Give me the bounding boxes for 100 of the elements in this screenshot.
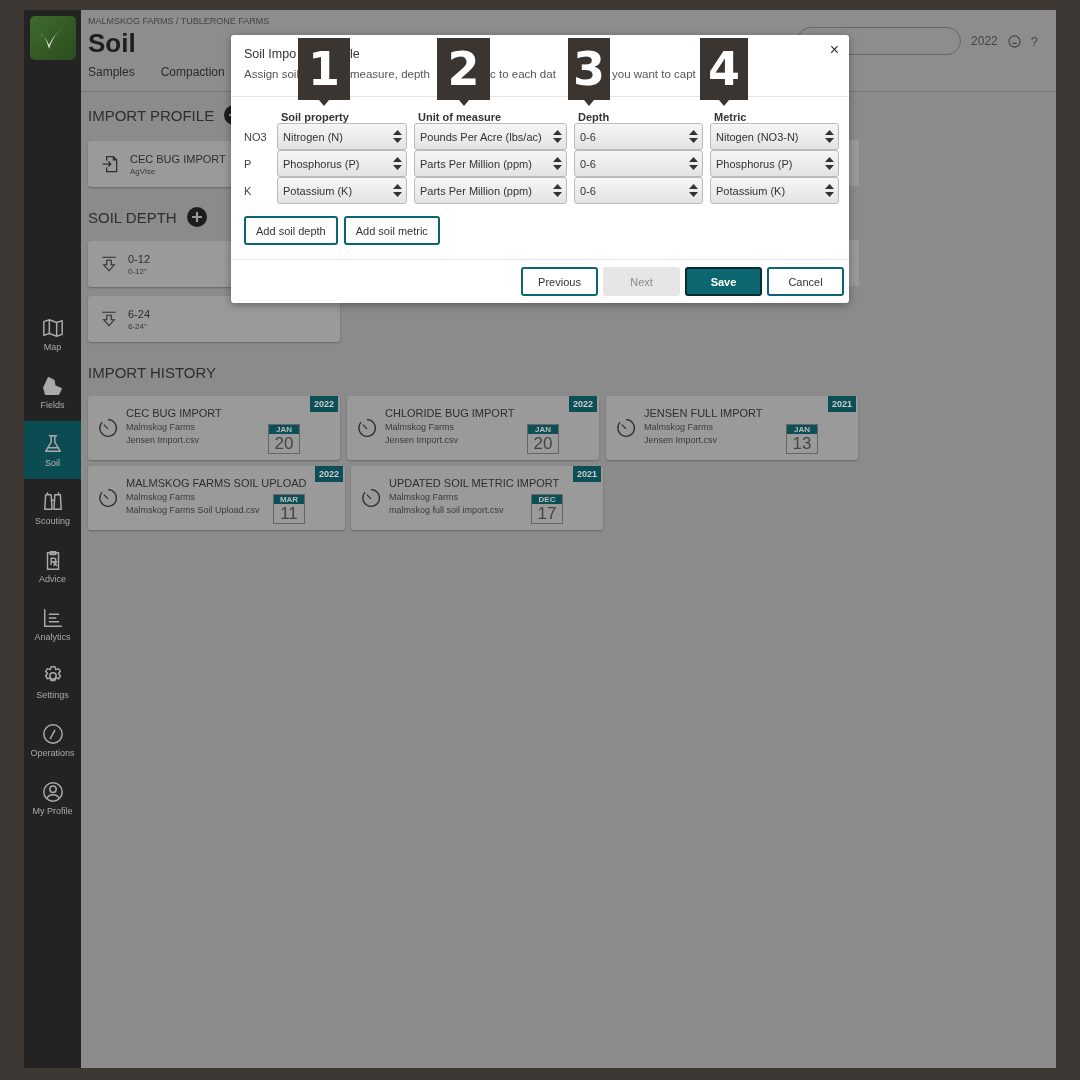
callout-number: 4 (700, 38, 748, 100)
footer-button[interactable]: Previous (521, 267, 598, 296)
calendar-date: JAN 20 (527, 424, 559, 454)
timer-icon (357, 418, 377, 438)
calendar-date: JAN 13 (786, 424, 818, 454)
tab[interactable]: Compaction (160, 65, 225, 79)
card-title: UPDATED SOIL METRIC IMPORT (389, 477, 560, 489)
select-field[interactable]: 0-6 (574, 177, 703, 204)
select-field[interactable]: Nitrogen (N) (277, 123, 407, 150)
file-name: Malmskog Farms Soil Upload.csv (126, 505, 260, 515)
dialog-subtitle: measure, depth (350, 68, 430, 80)
select-field[interactable]: Pounds Per Acre (lbs/ac) (414, 123, 567, 150)
sort-arrows-icon (825, 184, 834, 197)
sort-arrows-icon (825, 157, 834, 170)
field-shape-icon (41, 374, 64, 397)
sidebar-item[interactable]: Scouting (24, 479, 81, 537)
footer-button[interactable]: Save (685, 267, 762, 296)
sort-arrows-icon (553, 184, 562, 197)
card-title: JENSEN FULL IMPORT (644, 407, 763, 419)
select-field[interactable]: Parts Per Million (ppm) (414, 150, 567, 177)
sidebar-item[interactable]: Map (24, 305, 81, 363)
row-label: P (244, 157, 253, 170)
timer-icon (98, 418, 118, 438)
chart-icon (41, 606, 64, 629)
sort-arrows-icon (689, 184, 698, 197)
smiley-icon[interactable] (1007, 34, 1021, 48)
breadcrumb: MALMSKOG FARMS / TUBLERONE FARMS (88, 16, 270, 26)
dialog-subtitle: you want to capt (612, 68, 696, 80)
callout-number: 3 (568, 38, 610, 100)
card-subtitle: 6-24" (128, 321, 148, 331)
select-field[interactable]: 0-6 (574, 123, 703, 150)
sort-arrows-icon (393, 157, 402, 170)
map-icon (41, 316, 64, 339)
card-title: CEC BUG IMPORT (130, 152, 226, 165)
callout-pointer (719, 100, 729, 106)
close-button[interactable]: × (827, 41, 841, 59)
select-field[interactable]: Parts Per Million (ppm) (414, 177, 567, 204)
card-background (849, 140, 859, 186)
sidebar-item[interactable]: Analytics (24, 595, 81, 653)
select-field[interactable]: Nitogen (NO3-N) (710, 123, 839, 150)
footer-button[interactable]: Cancel (767, 267, 844, 296)
sort-arrows-icon (393, 184, 402, 197)
import-card[interactable]: UPDATED SOIL METRIC IMPORT Malmskog Farms malmskog full soil import.csv DEC 17 2021 (351, 466, 603, 530)
sort-arrows-icon (689, 130, 698, 143)
sidebar-item[interactable]: Soil (24, 421, 81, 479)
import-card[interactable]: MALMSKOG FARMS SOIL UPLOAD Malmskog Farms Malmskog Farms Soil Upload.csv MAR 11 2022 (88, 466, 345, 530)
add-icon[interactable] (186, 207, 207, 227)
calendar-date: JAN 20 (268, 424, 300, 454)
import-card[interactable]: CEC BUG IMPORT Malmskog Farms Jensen Import.csv JAN 20 2022 (88, 396, 340, 460)
tab[interactable]: Samples (88, 65, 135, 79)
file-name: Jensen Import.csv (385, 435, 459, 445)
farm-name: Malmskog Farms (385, 422, 454, 432)
year-badge: 2022 (568, 396, 597, 412)
import-card[interactable]: CHLORIDE BUG IMPORT Malmskog Farms Jensen Import.csv JAN 20 2022 (347, 396, 599, 460)
farm-name: Malmskog Farms (126, 492, 195, 502)
dialog-subtitle: c to each dat (490, 68, 556, 80)
callout-number: 2 (437, 38, 490, 100)
sidebar-item[interactable]: Fields (24, 363, 81, 421)
farm-name: Malmskog Farms (389, 492, 458, 502)
page-title: Soil (88, 28, 136, 59)
dialog-title: le (350, 47, 360, 61)
card-title: 6-24 (128, 307, 151, 320)
select-field[interactable]: Phosphorus (P) (710, 150, 839, 177)
profile-card[interactable]: 6-24 6-24" (88, 296, 340, 342)
card-title: MALMSKOG FARMS SOIL UPLOAD (126, 477, 307, 489)
column-heading: Soil property (280, 111, 350, 123)
column-heading: Unit of measure (417, 111, 503, 123)
select-field[interactable]: 0-6 (574, 150, 703, 177)
calendar-date: DEC 17 (531, 494, 563, 524)
callout-number: 1 (298, 38, 350, 100)
year-badge: 2022 (314, 466, 343, 482)
select-field[interactable]: Potassium (K) (277, 177, 407, 204)
select-field[interactable]: Potassium (K) (710, 177, 839, 204)
callout-pointer (458, 100, 469, 106)
row-label: K (244, 184, 253, 197)
card-title: CHLORIDE BUG IMPORT (385, 407, 515, 419)
card-background (849, 240, 859, 286)
sort-arrows-icon (393, 130, 402, 143)
file-name: Jensen Import.csv (126, 435, 200, 445)
add-button[interactable]: Add soil metric (343, 216, 440, 245)
add-button[interactable]: Add soil depth (244, 216, 338, 245)
sidebar-item[interactable]: Settings (24, 653, 81, 711)
profile-icon (41, 780, 64, 803)
sidebar-item[interactable]: My Profile (24, 769, 81, 827)
app-logo[interactable] (29, 16, 76, 60)
dialog-subtitle: Assign soil (244, 68, 299, 80)
select-field[interactable]: Phosphorus (P) (277, 150, 407, 177)
callout-pointer (319, 100, 329, 106)
card-subtitle: AgVise (130, 166, 157, 176)
timer-icon (98, 488, 118, 508)
sort-arrows-icon (689, 157, 698, 170)
farm-name: Malmskog Farms (644, 422, 713, 432)
sidebar-item[interactable]: Advice (24, 537, 81, 595)
farm-name: Malmskog Farms (126, 422, 195, 432)
import-card[interactable]: JENSEN FULL IMPORT Malmskog Farms Jensen Import.csv JAN 13 2021 (606, 396, 858, 460)
binoculars-icon (41, 490, 64, 513)
card-title: 0-12 (128, 252, 151, 265)
sidebar-item[interactable]: Operations (24, 711, 81, 769)
section-heading: SOIL DEPTH (88, 208, 177, 226)
section-heading: IMPORT HISTORY (88, 363, 217, 381)
